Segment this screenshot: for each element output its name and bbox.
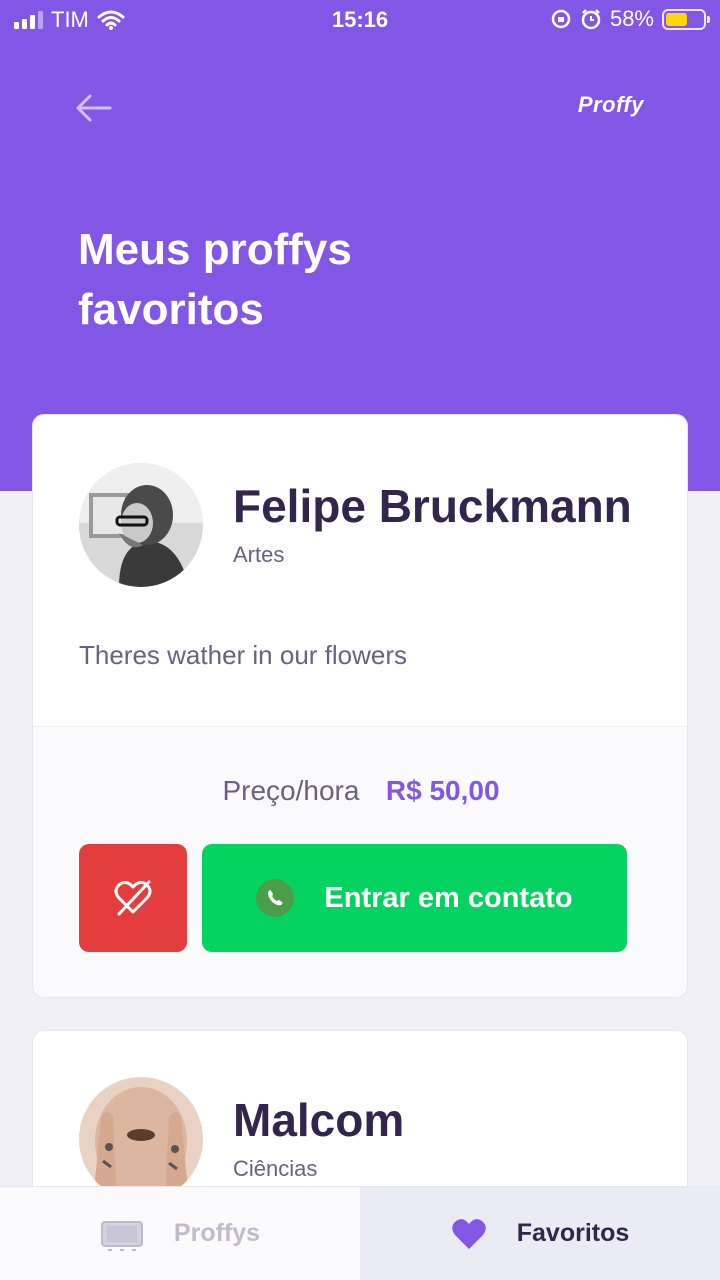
avatar-photo	[79, 1077, 203, 1201]
brand-logo: Proffy	[577, 92, 644, 117]
battery-percent: 58%	[609, 6, 654, 31]
contact-button[interactable]: Entrar em contato	[202, 844, 627, 952]
card-footer: Preço/hora R$ 50,00 Entrar em contato	[33, 726, 687, 997]
price-value: R$ 50,00	[385, 775, 500, 806]
avatar	[79, 463, 203, 587]
heart-outline-icon	[114, 880, 152, 916]
teacher-name: Felipe Bruckmann	[233, 480, 632, 532]
teacher-subject: Ciências	[233, 1156, 318, 1181]
tab-favorites-label: Favoritos	[516, 1219, 630, 1247]
battery-icon	[662, 8, 710, 30]
status-right: 58%	[550, 6, 710, 32]
teacher-subject: Artes	[233, 542, 285, 567]
unfavorite-button[interactable]	[79, 844, 187, 952]
tab-favorites[interactable]: Favoritos	[360, 1187, 720, 1280]
battery-fill	[666, 12, 687, 26]
contact-button-label: Entrar em contato	[324, 881, 573, 914]
whatsapp-icon	[256, 879, 295, 917]
page-title: Meus proffys favoritos	[78, 225, 352, 334]
tab-proffys-label: Proffys	[173, 1219, 261, 1247]
price-label: Preço/hora	[222, 775, 360, 806]
teacher-name: Malcom	[233, 1094, 405, 1146]
status-left: TIM	[14, 7, 125, 33]
tv-icon	[100, 1220, 143, 1251]
wifi-icon	[97, 10, 125, 30]
avatar	[79, 1077, 203, 1201]
teacher-bio: Theres wather in our flowers	[79, 640, 408, 670]
rotation-lock-icon	[551, 9, 571, 29]
back-button[interactable]	[72, 90, 116, 126]
status-bar: TIM 15:16 58%	[0, 0, 720, 40]
teacher-card: Felipe Bruckmann Artes Theres wather in …	[32, 414, 688, 998]
tab-bar: Proffys Favoritos	[0, 1186, 720, 1280]
signal-icon	[14, 11, 43, 29]
alarm-icon	[581, 9, 601, 30]
price-row: Preço/hora R$ 50,00	[33, 775, 687, 807]
heart-icon	[451, 1218, 486, 1249]
avatar-photo	[79, 463, 203, 587]
arrow-left-icon	[76, 94, 112, 122]
tab-proffys[interactable]: Proffys	[0, 1187, 360, 1280]
carrier-label: TIM	[51, 7, 89, 32]
